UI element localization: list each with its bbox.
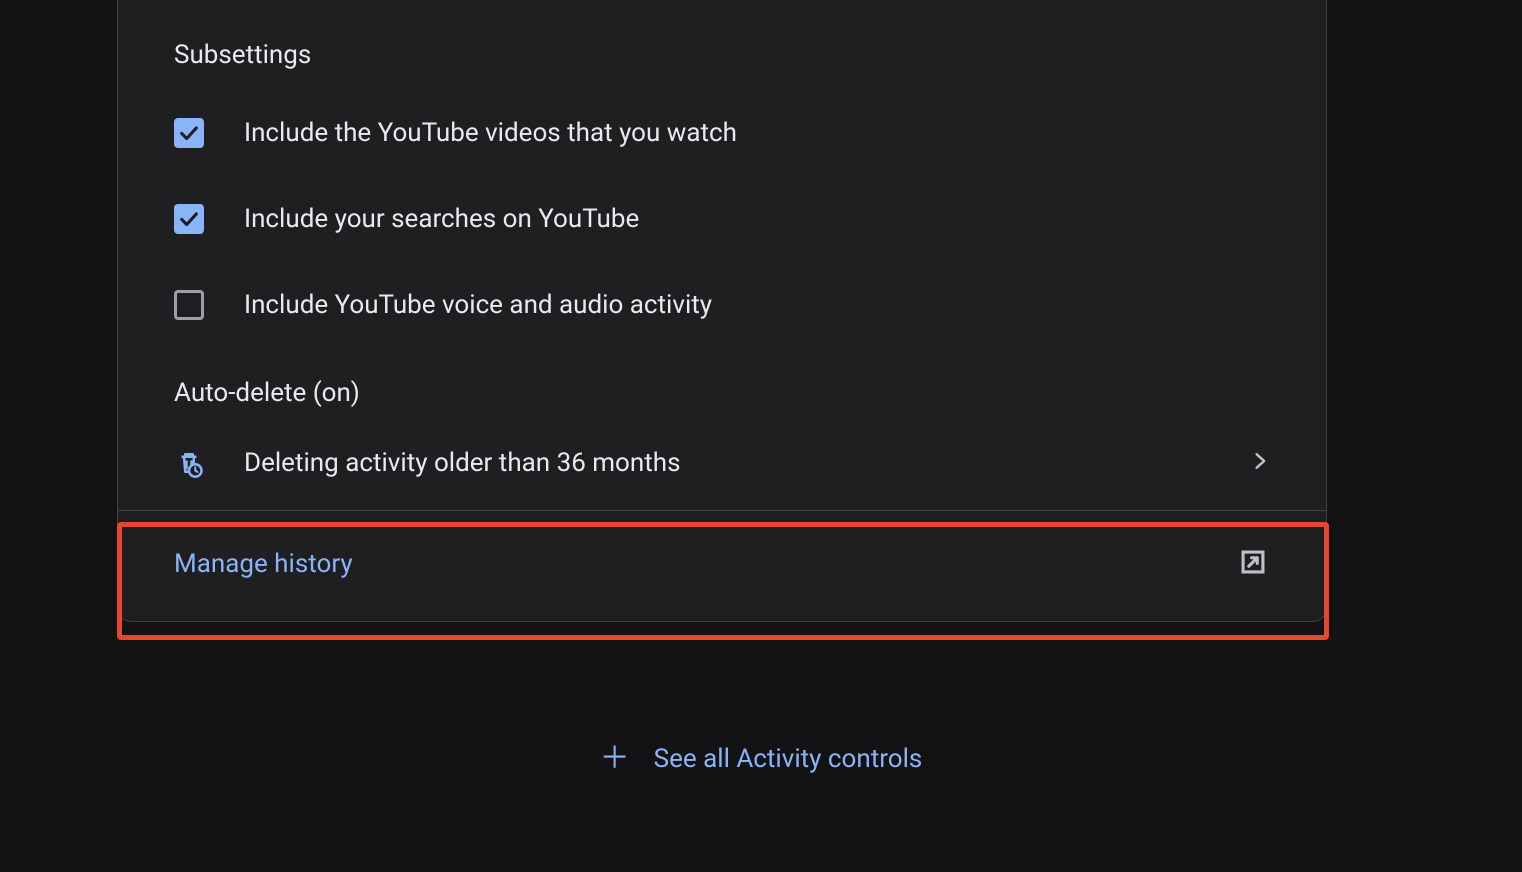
open-external-icon <box>1236 545 1270 583</box>
auto-delete-description: Deleting activity older than 36 months <box>244 448 1210 478</box>
auto-delete-row[interactable]: Deleting activity older than 36 months <box>118 428 1326 510</box>
subsetting-row-voice[interactable]: Include YouTube voice and audio activity <box>118 262 1326 348</box>
subsetting-label: Include YouTube voice and audio activity <box>244 290 712 320</box>
manage-history-label: Manage history <box>174 549 353 579</box>
chevron-right-icon <box>1250 446 1270 480</box>
subsettings-title: Subsettings <box>118 0 1326 90</box>
manage-history-row[interactable]: Manage history <box>118 511 1326 621</box>
checkbox-checked-icon[interactable] <box>174 118 204 148</box>
checkbox-checked-icon[interactable] <box>174 204 204 234</box>
checkbox-unchecked-icon[interactable] <box>174 290 204 320</box>
subsetting-row-searches[interactable]: Include your searches on YouTube <box>118 176 1326 262</box>
subsetting-row-watch[interactable]: Include the YouTube videos that you watc… <box>118 90 1326 176</box>
plus-icon: ＋ <box>600 744 630 774</box>
settings-card: Subsettings Include the YouTube videos t… <box>117 0 1327 622</box>
subsetting-label: Include the YouTube videos that you watc… <box>244 118 737 148</box>
auto-delete-title: Auto-delete (on) <box>118 348 1326 428</box>
footer-label: See all Activity controls <box>654 744 923 774</box>
auto-delete-icon <box>174 447 204 479</box>
see-all-activity-controls-link[interactable]: ＋ See all Activity controls <box>0 744 1522 774</box>
subsetting-label: Include your searches on YouTube <box>244 204 639 234</box>
